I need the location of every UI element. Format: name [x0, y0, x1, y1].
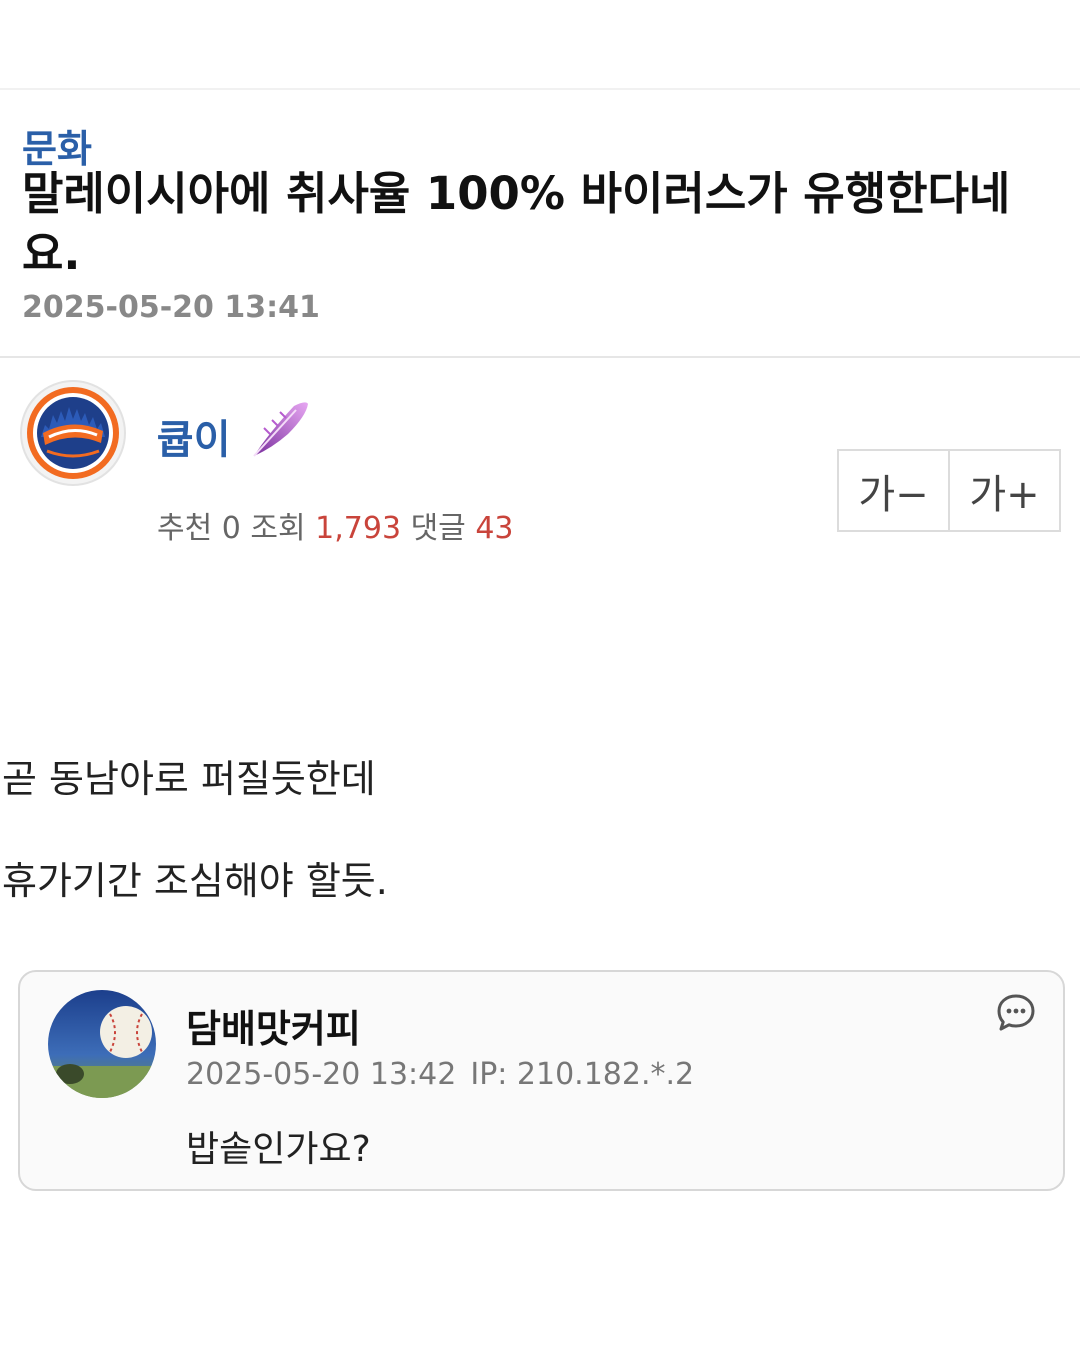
comments-count[interactable]: 43 [475, 511, 513, 546]
recommend-label: 추천 [157, 511, 213, 546]
speech-bubble-icon[interactable] [995, 992, 1037, 1034]
top-divider [0, 88, 1080, 90]
comments-label: 댓글 [410, 511, 466, 546]
font-decrease-button[interactable]: 가− [839, 451, 948, 530]
comment-ip: IP: 210.182.*.2 [470, 1057, 695, 1092]
font-size-controls: 가− 가+ [837, 449, 1061, 532]
comment-card: 담배맛커피 2025-05-20 13:42 IP: 210.182.*.2 밥솥… [18, 970, 1065, 1191]
post-body-line: 곧 동남아로 퍼질듯한데 [2, 757, 376, 801]
post-title: 말레이시아에 취사율 100% 바이러스가 유행한다네요. [22, 167, 1011, 280]
author-avatar[interactable] [20, 380, 126, 486]
author-name[interactable]: 큡이 [157, 407, 231, 465]
post-stats: 추천 0 조회 1,793 댓글 43 [157, 503, 514, 547]
baseball-avatar-icon [48, 990, 156, 1098]
comment-author[interactable]: 담배맛커피 [186, 998, 361, 1053]
header-divider [0, 356, 1080, 358]
comment-date: 2025-05-20 13:42 [186, 1057, 457, 1092]
views-count: 1,793 [315, 511, 402, 546]
views-label: 조회 [250, 511, 306, 546]
purple-feather-badge-icon [253, 402, 308, 457]
mets-logo-icon [27, 387, 119, 479]
post-page: 문화 말레이시아에 취사율 100% 바이러스가 유행한다네요. 2025-05… [0, 0, 1080, 1350]
recommend-count: 0 [221, 511, 241, 546]
post-body-line: 휴가기간 조심해야 할듯. [2, 859, 388, 903]
comment-text: 밥솥인가요? [186, 1129, 371, 1170]
font-increase-button[interactable]: 가+ [948, 451, 1059, 530]
comment-meta: 2025-05-20 13:42 IP: 210.182.*.2 [186, 1057, 694, 1092]
post-date: 2025-05-20 13:41 [22, 290, 320, 325]
comment-avatar[interactable] [48, 990, 156, 1098]
